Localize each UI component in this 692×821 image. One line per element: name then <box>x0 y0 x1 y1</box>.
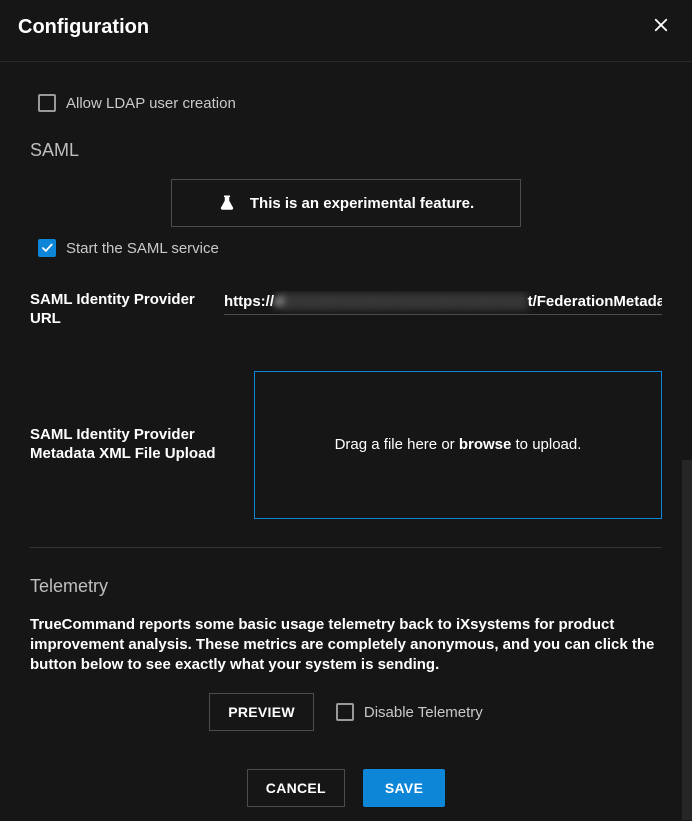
saml-metadata-upload-row: SAML Identity Provider Metadata XML File… <box>30 371 662 519</box>
divider <box>30 547 662 548</box>
save-button[interactable]: SAVE <box>363 769 445 807</box>
url-suffix: t/FederationMetadata/200 <box>528 293 662 310</box>
scrollbar[interactable] <box>682 460 692 820</box>
checkbox-label: Allow LDAP user creation <box>66 95 236 112</box>
preview-button[interactable]: PREVIEW <box>209 693 314 731</box>
start-saml-service-checkbox[interactable]: Start the SAML service <box>38 239 662 257</box>
saml-heading: SAML <box>30 140 662 161</box>
saml-idp-url-row: SAML Identity Provider URL https://d░░░░… <box>30 291 662 329</box>
saml-metadata-upload-label: SAML Identity Provider Metadata XML File… <box>30 426 230 464</box>
saml-idp-url-input[interactable]: https://d░░░░░░░░░░░░░░░░░░░░░░░t/Federa… <box>224 291 662 315</box>
telemetry-controls: PREVIEW Disable Telemetry <box>30 693 662 731</box>
dialog-footer: CANCEL SAVE <box>0 769 692 807</box>
flask-icon <box>218 194 236 212</box>
telemetry-description: TrueCommand reports some basic usage tel… <box>30 615 662 676</box>
close-button[interactable] <box>648 12 674 43</box>
allow-ldap-user-creation-checkbox[interactable]: Allow LDAP user creation <box>38 94 662 112</box>
dialog-body: Allow LDAP user creation SAML This is an… <box>0 62 692 731</box>
browse-link[interactable]: browse <box>459 436 512 453</box>
configuration-dialog: Configuration Allow LDAP user creation S… <box>0 0 692 821</box>
url-prefix: https:// <box>224 293 274 310</box>
cancel-button[interactable]: CANCEL <box>247 769 345 807</box>
dialog-header: Configuration <box>0 0 692 62</box>
experimental-banner: This is an experimental feature. <box>171 179 521 227</box>
dropzone-text: Drag a file here or browse to upload. <box>335 436 582 453</box>
checkbox-box-icon <box>336 703 354 721</box>
checkbox-label: Disable Telemetry <box>364 704 483 721</box>
experimental-text: This is an experimental feature. <box>250 195 474 212</box>
disable-telemetry-checkbox[interactable]: Disable Telemetry <box>336 703 483 721</box>
url-obscured: d░░░░░░░░░░░░░░░░░░░░░░░ <box>274 293 528 310</box>
saml-idp-url-label: SAML Identity Provider URL <box>30 291 200 329</box>
checkbox-checked-icon <box>38 239 56 257</box>
close-icon <box>652 16 670 34</box>
checkbox-label: Start the SAML service <box>66 240 219 257</box>
dialog-title: Configuration <box>18 16 149 39</box>
checkbox-box-icon <box>38 94 56 112</box>
telemetry-heading: Telemetry <box>30 576 662 597</box>
file-dropzone[interactable]: Drag a file here or browse to upload. <box>254 371 662 519</box>
